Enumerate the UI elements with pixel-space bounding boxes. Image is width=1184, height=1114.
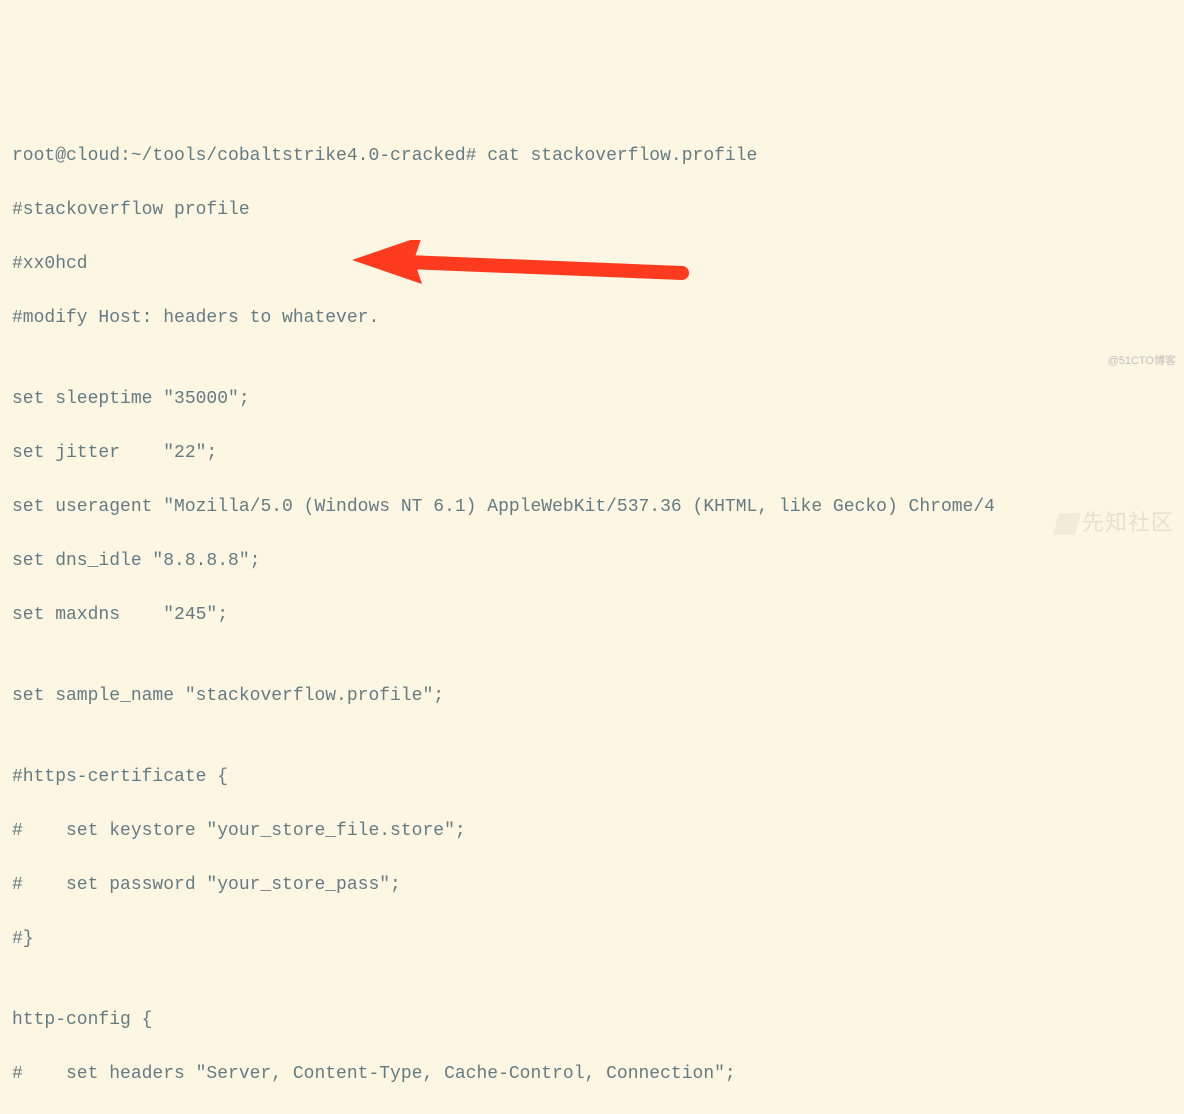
terminal-line: http-config {: [12, 1007, 1172, 1034]
terminal-line: #stackoverflow profile: [12, 197, 1172, 224]
terminal-output: root@cloud:~/tools/cobaltstrike4.0-crack…: [12, 116, 1172, 1114]
terminal-line: root@cloud:~/tools/cobaltstrike4.0-crack…: [12, 143, 1172, 170]
terminal-line: set useragent "Mozilla/5.0 (Windows NT 6…: [12, 494, 1172, 521]
terminal-line: # set keystore "your_store_file.store";: [12, 818, 1172, 845]
terminal-line: set dns_idle "8.8.8.8";: [12, 548, 1172, 575]
watermark-small: @51CTO博客: [1108, 353, 1176, 370]
terminal-line: #xx0hcd: [12, 251, 1172, 278]
terminal-line: #https-certificate {: [12, 764, 1172, 791]
terminal-line: #modify Host: headers to whatever.: [12, 305, 1172, 332]
watermark-large: 先知社区: [1056, 506, 1174, 539]
terminal-line: set sample_name "stackoverflow.profile";: [12, 683, 1172, 710]
terminal-line: # set headers "Server, Content-Type, Cac…: [12, 1061, 1172, 1088]
terminal-line: # set password "your_store_pass";: [12, 872, 1172, 899]
terminal-line: set sleeptime "35000";: [12, 386, 1172, 413]
watermark-text: 先知社区: [1082, 510, 1174, 535]
terminal-line: set maxdns "245";: [12, 602, 1172, 629]
terminal-line: #}: [12, 926, 1172, 953]
watermark-logo-icon: [1053, 513, 1081, 535]
terminal-line: set jitter "22";: [12, 440, 1172, 467]
